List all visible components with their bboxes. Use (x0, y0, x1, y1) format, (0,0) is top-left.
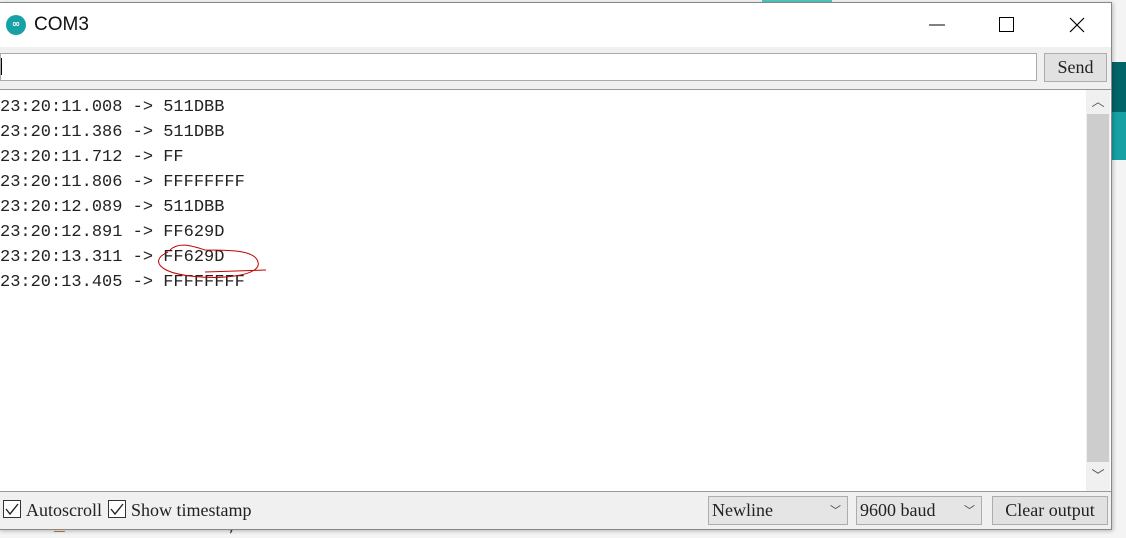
clear-output-button[interactable]: Clear output (992, 496, 1108, 525)
show-timestamp-checkbox[interactable] (108, 500, 126, 518)
serial-input[interactable] (0, 53, 1037, 81)
serial-monitor-window: ∞ COM3 Send 23:20:11.008 -> 511DBB 23:20:… (0, 2, 1112, 530)
serial-output: 23:20:11.008 -> 511DBB 23:20:11.386 -> 51… (0, 89, 1111, 492)
output-line: 23:20:13.405 -> FFFFFFFF (0, 273, 245, 292)
scroll-up-icon[interactable]: ︿ (1086, 92, 1110, 114)
autoscroll-label: Autoscroll (26, 500, 102, 520)
output-line: 23:20:11.386 -> 511DBB (0, 123, 225, 142)
minimize-button[interactable] (914, 3, 960, 47)
background-window-strip (1112, 112, 1126, 160)
baud-rate-select[interactable]: 9600 baud ﹀ (856, 496, 982, 525)
output-line: 23:20:13.311 -> FF629D (0, 248, 225, 267)
maximize-button[interactable] (984, 3, 1030, 47)
output-line: 23:20:12.891 -> FF629D (0, 223, 225, 242)
window-title: COM3 (34, 14, 89, 35)
output-line: 23:20:11.008 -> 511DBB (0, 98, 225, 117)
chevron-down-icon: ﹀ (964, 504, 975, 517)
output-lines: 23:20:11.008 -> 511DBB 23:20:11.386 -> 51… (0, 95, 245, 295)
close-button[interactable] (1054, 3, 1100, 47)
close-icon (1069, 17, 1085, 33)
scrollbar-thumb[interactable] (1087, 114, 1109, 462)
baud-rate-value: 9600 baud (860, 500, 936, 520)
line-ending-select[interactable]: Newline ﹀ (708, 496, 848, 525)
text-caret (1, 58, 2, 75)
checkmark-icon (5, 503, 19, 516)
autoscroll-checkbox[interactable] (3, 500, 21, 518)
arduino-logo-icon: ∞ (6, 15, 26, 35)
minimize-icon (929, 24, 945, 26)
output-line: 23:20:11.712 -> FF (0, 148, 184, 167)
maximize-icon (999, 17, 1014, 32)
scroll-down-icon[interactable]: ﹀ (1086, 466, 1110, 488)
show-timestamp-label: Show timestamp (131, 500, 252, 520)
send-button[interactable]: Send (1044, 53, 1107, 82)
line-ending-value: Newline (712, 500, 773, 520)
output-line: 23:20:12.089 -> 511DBB (0, 198, 225, 217)
output-line: 23:20:11.806 -> FFFFFFFF (0, 173, 245, 192)
vertical-scrollbar[interactable]: ︿ ﹀ (1086, 90, 1110, 491)
checkmark-icon (110, 503, 124, 516)
chevron-down-icon: ﹀ (830, 504, 841, 517)
title-bar: ∞ COM3 (0, 3, 1111, 47)
background-window-strip (1112, 62, 1126, 112)
